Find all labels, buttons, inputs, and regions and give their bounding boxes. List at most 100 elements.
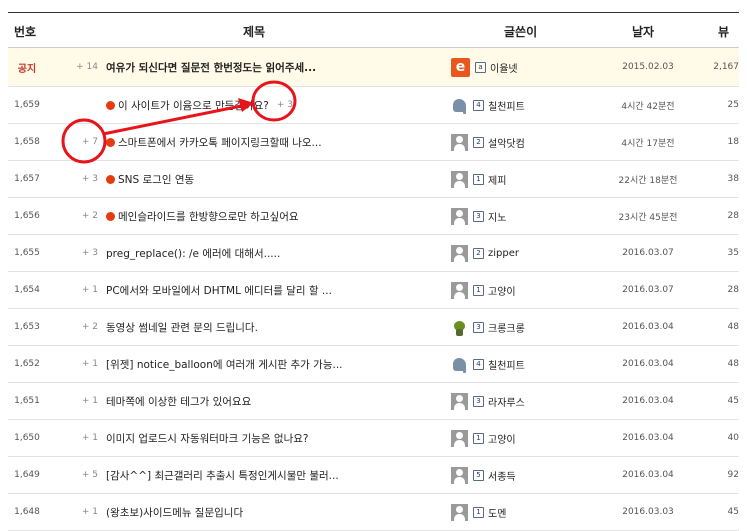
post-title-link[interactable]: [감사^^] 최근갤러리 추출시 특정인게시물만 불러...: [106, 457, 426, 493]
author-name[interactable]: 크롱크롱: [488, 320, 525, 335]
level-badge-icon: 5: [473, 469, 484, 481]
author-name[interactable]: zipper: [488, 248, 519, 259]
post-title-link[interactable]: 이미지 업로드시 자동워터마크 기능은 없나요?: [106, 420, 426, 456]
post-number: 1,653: [14, 322, 40, 332]
comment-count[interactable]: + 1: [62, 494, 98, 530]
title-comment-count[interactable]: + 3: [277, 100, 293, 110]
post-title-link[interactable]: 스마트폰에서 카카오톡 페이지링크할때 나오...: [106, 124, 426, 160]
table-row[interactable]: 1,651 + 1 테마쪽에 이상한 테그가 있어요요 3 라자루스 2016.03.04…: [8, 383, 739, 420]
post-title[interactable]: 여유가 되신다면 질문전 한번정도는 읽어주세...: [106, 60, 316, 75]
post-title-link[interactable]: PC에서와 모바일에서 DHTML 에디터를 달리 할 ...: [106, 272, 426, 308]
level-badge-icon: 1: [473, 506, 484, 518]
author-cell[interactable]: 1 도멘: [451, 494, 561, 530]
table-row[interactable]: 1,653 + 2 동영상 썸네일 관련 문의 드립니다. 3 크롱크롱 2016.03.…: [8, 309, 739, 346]
post-title-link[interactable]: 메인슬라이드를 한방향으로만 하고싶어요: [106, 198, 426, 234]
author-cell[interactable]: 3 지노: [451, 198, 561, 234]
view-count: 45: [727, 396, 739, 406]
post-title[interactable]: PC에서와 모바일에서 DHTML 에디터를 달리 할 ...: [106, 283, 332, 298]
author-name[interactable]: 도멘: [488, 505, 506, 520]
author-name[interactable]: 라자루스: [488, 394, 525, 409]
post-title[interactable]: [감사^^] 최근갤러리 추출시 특정인게시물만 불러...: [106, 468, 339, 483]
comment-count[interactable]: + 2: [62, 309, 98, 345]
author-cell[interactable]: 1 고양이: [451, 420, 561, 456]
author-cell[interactable]: 5 서종득: [451, 457, 561, 493]
author-name[interactable]: 칠천피트: [488, 357, 525, 372]
new-post-dot-icon: [106, 211, 115, 221]
table-row[interactable]: 1,657 + 3 SNS 로그인 연동 1 제피 22시간 18분전 38: [8, 161, 739, 198]
post-title[interactable]: 테마쪽에 이상한 테그가 있어요요: [106, 394, 251, 409]
person-avatar-icon: [451, 207, 468, 225]
post-number: 1,657: [14, 174, 40, 184]
post-title[interactable]: (왕초보)사이드메뉴 질문입니다: [106, 505, 243, 520]
author-cell[interactable]: 1 고양이: [451, 272, 561, 308]
post-number: 1,656: [14, 211, 40, 221]
author-name[interactable]: 고양이: [488, 431, 516, 446]
level-badge-icon: 4: [473, 358, 484, 370]
table-row[interactable]: 1,654 + 1 PC에서와 모바일에서 DHTML 에디터를 달리 할 ... 1…: [8, 272, 739, 309]
author-cell[interactable]: 1 제피: [451, 161, 561, 197]
post-title-link[interactable]: [위젯] notice_balloon에 여러개 게시판 추가 가능...: [106, 346, 426, 382]
post-title-link[interactable]: 여유가 되신다면 질문전 한번정도는 읽어주세...: [106, 48, 426, 86]
post-title-link[interactable]: preg_replace(): /e 에러에 대해서.....: [106, 235, 426, 271]
post-title[interactable]: 이 사이트가 이윰으로 만든걸까요?: [118, 98, 269, 113]
author-name[interactable]: 서종득: [488, 468, 516, 483]
post-title-link[interactable]: 테마쪽에 이상한 테그가 있어요요: [106, 383, 426, 419]
table-row[interactable]: 1,649 + 5 [감사^^] 최근갤러리 추출시 특정인게시물만 불러... 5 서…: [8, 457, 739, 494]
table-row[interactable]: 1,655 + 3 preg_replace(): /e 에러에 대해서..... 2…: [8, 235, 739, 272]
post-title-link[interactable]: 동영상 썸네일 관련 문의 드립니다.: [106, 309, 426, 345]
post-date: 2016.03.04: [622, 359, 674, 369]
comment-count[interactable]: + 7: [62, 124, 98, 160]
comment-count[interactable]: + 1: [62, 383, 98, 419]
view-count: 92: [727, 470, 739, 480]
post-title[interactable]: SNS 로그인 연동: [118, 172, 194, 187]
comment-count[interactable]: + 1: [62, 346, 98, 382]
author-name[interactable]: 고양이: [488, 283, 516, 298]
comment-count[interactable]: + 2: [62, 198, 98, 234]
post-title[interactable]: preg_replace(): /e 에러에 대해서.....: [106, 246, 280, 261]
elephant-avatar-icon: [451, 96, 468, 114]
person-avatar-icon: [451, 281, 468, 299]
author-cell[interactable]: 3 라자루스: [451, 383, 561, 419]
comment-count[interactable]: + 5: [62, 457, 98, 493]
new-post-dot-icon: [106, 174, 115, 184]
new-post-dot-icon: [106, 137, 115, 147]
author-cell[interactable]: 4 칠천피트: [451, 87, 561, 123]
level-badge-icon: 1: [473, 284, 484, 296]
comment-count[interactable]: [62, 87, 98, 123]
author-name[interactable]: 이율넷: [490, 60, 518, 75]
table-row[interactable]: 1,658 + 7 스마트폰에서 카카오톡 페이지링크할때 나오... 2 설악닷컴 4시…: [8, 124, 739, 161]
notice-label: 공지: [17, 63, 37, 75]
frog-avatar-icon: [451, 318, 468, 336]
post-number: 1,655: [14, 248, 40, 258]
comment-count[interactable]: + 1: [62, 420, 98, 456]
table-row[interactable]: 1,650 + 1 이미지 업로드시 자동워터마크 기능은 없나요? 1 고양이 2016…: [8, 420, 739, 457]
comment-count[interactable]: + 3: [62, 235, 98, 271]
author-name[interactable]: 지노: [488, 209, 506, 224]
table-row[interactable]: 1,648 + 1 (왕초보)사이드메뉴 질문입니다 1 도멘 2016.03.03 45: [8, 494, 739, 531]
table-row[interactable]: 1,659 이 사이트가 이윰으로 만든걸까요? + 3 4 칠천피트 4시간 42분전 2…: [8, 87, 739, 124]
table-row[interactable]: 1,652 + 1 [위젯] notice_balloon에 여러개 게시판 추가 …: [8, 346, 739, 383]
author-cell[interactable]: 2 설악닷컴: [451, 124, 561, 160]
author-cell[interactable]: 2 zipper: [451, 235, 561, 271]
author-cell[interactable]: 3 크롱크롱: [451, 309, 561, 345]
comment-count[interactable]: + 3: [62, 161, 98, 197]
person-avatar-icon: [451, 244, 468, 262]
author-name[interactable]: 제피: [488, 172, 506, 187]
author-cell[interactable]: 4 칠천피트: [451, 346, 561, 382]
author-name[interactable]: 칠천피트: [488, 98, 525, 113]
post-title-link[interactable]: SNS 로그인 연동: [106, 161, 426, 197]
notice-row[interactable]: 공지 + 14 여유가 되신다면 질문전 한번정도는 읽어주세... e a 이…: [8, 48, 739, 87]
table-row[interactable]: 1,656 + 2 메인슬라이드를 한방향으로만 하고싶어요 3 지노 23시간 45분전…: [8, 198, 739, 235]
author-name[interactable]: 설악닷컴: [488, 135, 525, 150]
comment-count[interactable]: + 14: [62, 48, 98, 86]
author-cell[interactable]: e a 이율넷: [451, 48, 561, 86]
post-title[interactable]: [위젯] notice_balloon에 여러개 게시판 추가 가능...: [106, 357, 343, 372]
comment-count[interactable]: + 1: [62, 272, 98, 308]
post-title[interactable]: 이미지 업로드시 자동워터마크 기능은 없나요?: [106, 431, 308, 446]
post-title-link[interactable]: 이 사이트가 이윰으로 만든걸까요? + 3: [106, 87, 426, 123]
post-title[interactable]: 메인슬라이드를 한방향으로만 하고싶어요: [118, 209, 299, 224]
post-title-link[interactable]: (왕초보)사이드메뉴 질문입니다: [106, 494, 426, 530]
post-number: 1,659: [14, 100, 40, 110]
post-title[interactable]: 동영상 썸네일 관련 문의 드립니다.: [106, 320, 258, 335]
post-title[interactable]: 스마트폰에서 카카오톡 페이지링크할때 나오...: [118, 135, 322, 150]
